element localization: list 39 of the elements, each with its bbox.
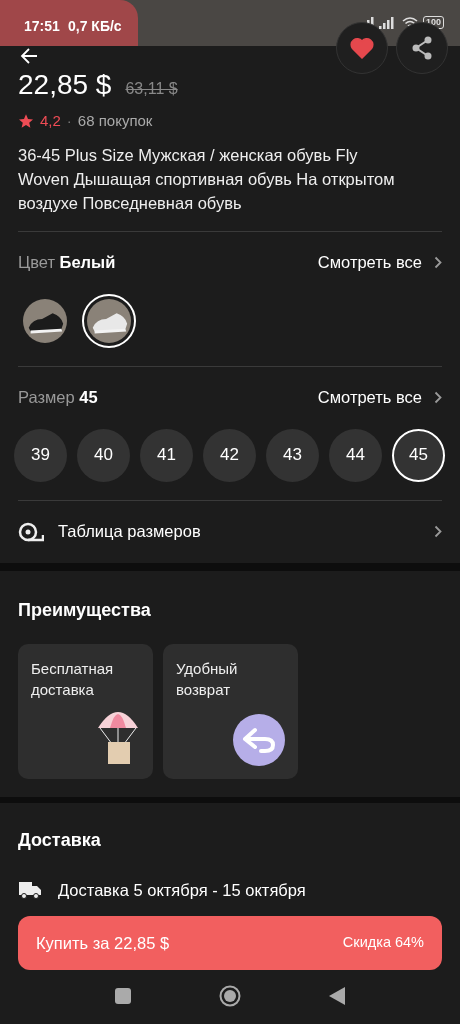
back-arrow-icon[interactable] [20, 48, 38, 64]
benefit-text: Удобный возврат [176, 658, 239, 700]
heart-icon [350, 37, 374, 59]
see-all-link[interactable]: Смотреть все [317, 250, 442, 275]
size-option[interactable]: 41 [140, 428, 193, 482]
size-label: Размер 45 [18, 387, 98, 409]
chevron-right-icon [434, 525, 442, 538]
status-time: 17:51 [24, 17, 60, 36]
section-heading: Доставка [18, 828, 102, 852]
color-label: Цвет Белый [18, 252, 116, 274]
favorite-button[interactable] [336, 22, 388, 74]
see-all-link[interactable]: Смотреть все [317, 385, 442, 410]
size-option[interactable]: 44 [329, 428, 382, 482]
size-option[interactable]: 43 [266, 428, 319, 482]
share-icon [411, 36, 433, 60]
star-icon [18, 113, 34, 130]
home-nav-icon[interactable] [219, 985, 241, 1008]
benefit-text: Бесплатная доставка [31, 658, 115, 700]
current-price: 22,85 $ [18, 68, 112, 102]
square-nav-icon[interactable] [115, 988, 131, 1005]
size-option[interactable]: 39 [14, 428, 67, 482]
rating-separator: · [66, 111, 72, 131]
rating-score: 4,2 [40, 111, 61, 131]
size-table-row[interactable]: Таблица размеров [18, 500, 442, 563]
network-speed: 0,7 КБ/с [68, 17, 122, 36]
purchase-count: 68 покупок [77, 111, 153, 131]
chevron-right-icon [434, 256, 442, 269]
size-option[interactable]: 40 [77, 428, 130, 482]
section-heading: Преимущества [18, 598, 152, 622]
measuring-tape-icon [18, 521, 44, 542]
product-title: 36-45 Plus Size Мужская / женская обувь Fly Woven Дышащая спортивная обувь На открытом воздухе Повседневная обувь [18, 144, 396, 214]
size-option[interactable]: 42 [203, 428, 256, 482]
chevron-right-icon [434, 391, 442, 404]
old-price: 63,11 $ [125, 79, 178, 99]
size-option[interactable]: 45 [392, 428, 445, 482]
back-nav-icon[interactable] [329, 987, 345, 1006]
delivery-dates: Доставка 5 октября - 15 октября [58, 879, 306, 901]
discount-label: Скидка 64% [342, 933, 424, 953]
truck-icon [18, 879, 42, 900]
